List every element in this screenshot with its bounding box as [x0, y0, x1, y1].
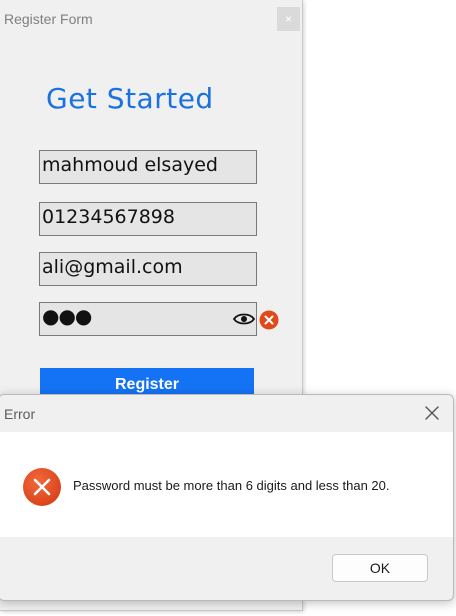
- phone-field[interactable]: 01234567898: [39, 202, 257, 236]
- desktop: Register Form × Get Started mahmoud elsa…: [0, 0, 456, 616]
- register-window-close-button[interactable]: ×: [277, 7, 300, 31]
- error-icon: [23, 468, 61, 506]
- error-dialog-title: Error: [4, 406, 36, 422]
- error-icon: [259, 310, 279, 330]
- password-masked-value: ●●●: [42, 304, 92, 328]
- error-message: Password must be more than 6 digits and …: [73, 478, 390, 493]
- phone-field-value: 01234567898: [42, 206, 175, 228]
- password-field[interactable]: ●●●: [39, 302, 257, 336]
- email-field-value: ali@gmail.com: [42, 256, 183, 278]
- close-icon: ×: [284, 12, 292, 26]
- ok-button[interactable]: OK: [332, 554, 428, 582]
- close-icon[interactable]: [423, 404, 441, 422]
- name-field[interactable]: mahmoud elsayed: [39, 150, 257, 184]
- error-dialog-titlebar[interactable]: Error: [0, 395, 453, 432]
- error-dialog-body: Password must be more than 6 digits and …: [0, 432, 453, 537]
- page-title: Get Started: [46, 82, 214, 115]
- register-window-title: Register Form: [4, 11, 93, 27]
- name-field-value: mahmoud elsayed: [42, 154, 218, 176]
- register-window-titlebar[interactable]: Register Form ×: [0, 0, 302, 37]
- eye-icon[interactable]: [233, 312, 255, 326]
- error-dialog: Error Password must be more than 6 digit…: [0, 394, 454, 601]
- email-field[interactable]: ali@gmail.com: [39, 252, 257, 286]
